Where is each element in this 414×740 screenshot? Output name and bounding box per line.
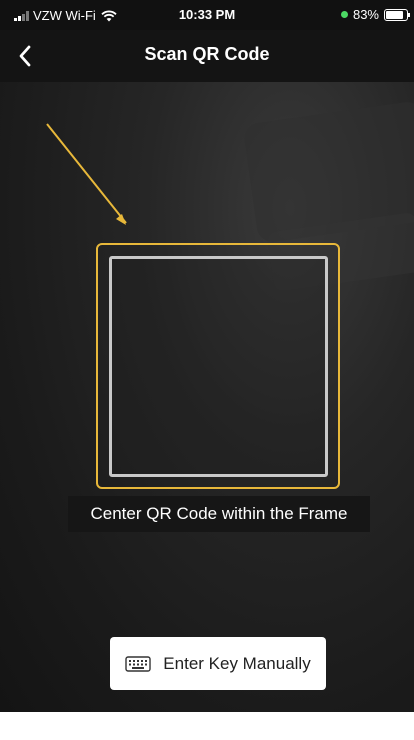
- scan-frame-inner: [109, 256, 328, 477]
- keyboard-icon: [125, 655, 151, 672]
- enter-key-manually-button[interactable]: Enter Key Manually: [110, 637, 326, 690]
- phone-screen: VZW Wi-Fi 10:33 PM 83% Scan QR Code Cent…: [0, 0, 414, 712]
- enter-key-manually-label: Enter Key Manually: [163, 653, 311, 673]
- scan-hint: Center QR Code within the Frame: [68, 496, 370, 532]
